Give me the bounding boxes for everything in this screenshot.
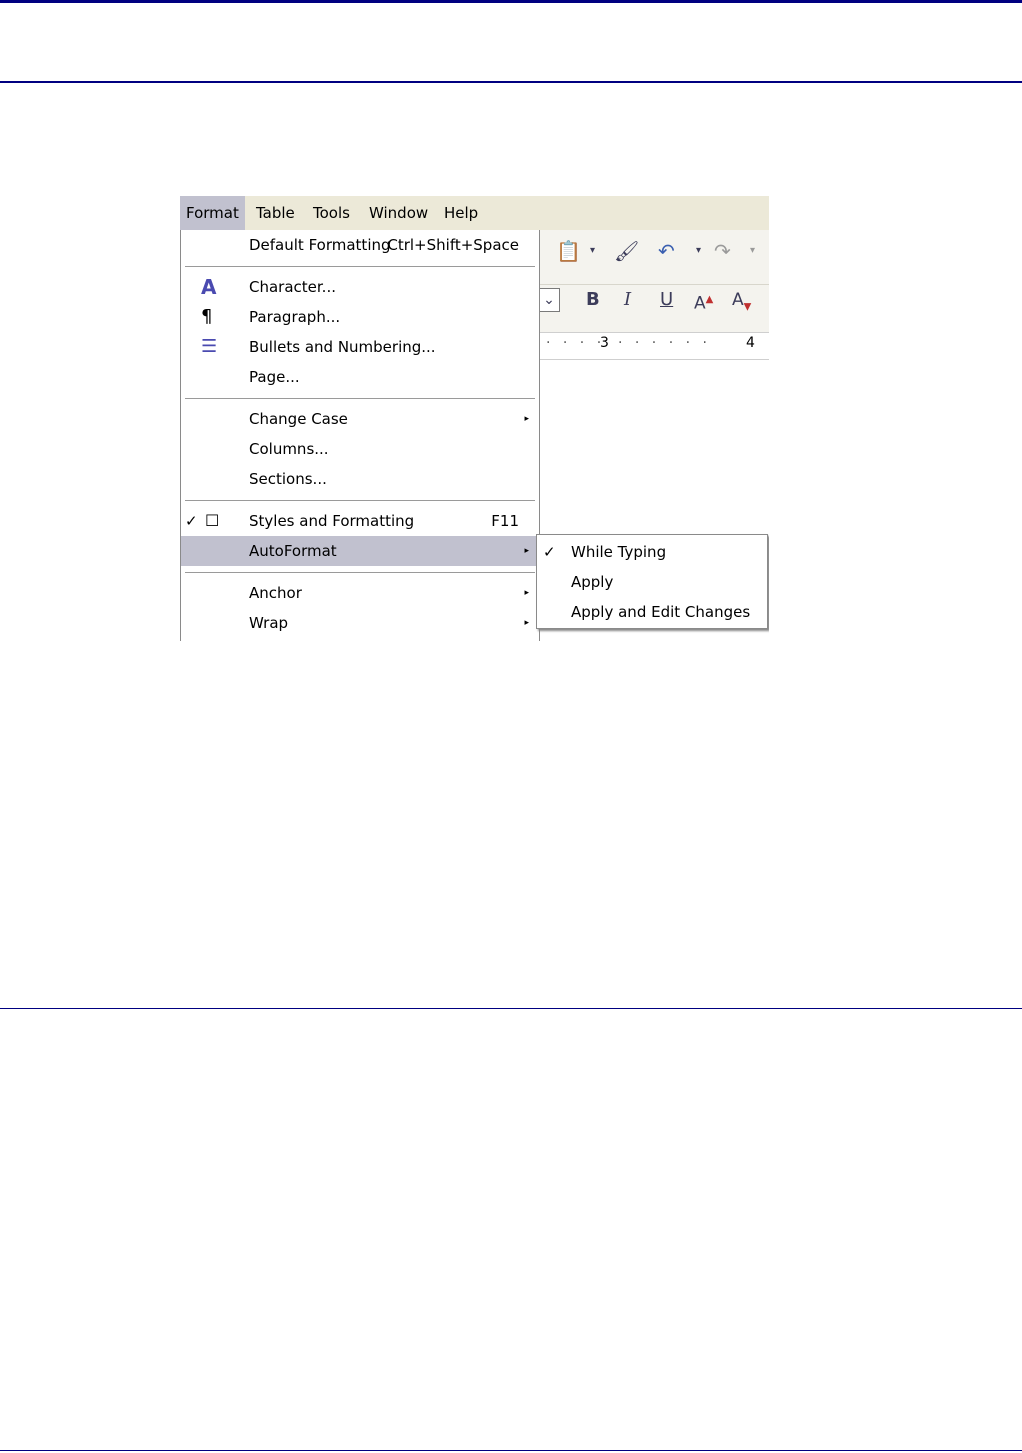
character-icon: A xyxy=(201,275,217,299)
menu-item-label: Page... xyxy=(249,368,300,386)
submenu-item-label: While Typing xyxy=(571,543,667,561)
menu-item-character[interactable]: A Character... xyxy=(181,272,537,302)
shrink-font-icon[interactable]: A▼ xyxy=(732,285,751,322)
menu-item-bullets-numbering[interactable]: ☰ Bullets and Numbering... xyxy=(181,332,537,362)
menu-help[interactable]: Help xyxy=(438,196,484,230)
paste-icon[interactable]: 📋 xyxy=(556,236,581,266)
submenu-arrow-icon: ▸ xyxy=(524,414,529,424)
submenu-item-label: Apply xyxy=(571,573,614,591)
ruler-mark-3: 3 xyxy=(600,335,609,351)
menu-item-styles-formatting[interactable]: ✓ ☐ Styles and Formatting F11 xyxy=(181,506,537,536)
menu-item-label: Anchor xyxy=(249,584,302,602)
menu-item-autoformat[interactable]: AutoFormat ▸ xyxy=(181,536,537,566)
menu-item-change-case[interactable]: Change Case ▸ xyxy=(181,404,537,434)
menu-item-label: Change Case xyxy=(249,410,348,428)
menu-item-columns[interactable]: Columns... xyxy=(181,434,537,464)
font-size-dropdown-icon[interactable]: ⌄ xyxy=(538,288,560,312)
horizontal-ruler: · · · · 3 · · · · · · 4 xyxy=(538,332,769,360)
ruler-ticks: · · · · xyxy=(546,335,606,351)
standard-toolbar: 📋 ▾ 🖌 ↶ ▾ ↷ ▾ xyxy=(538,234,769,274)
underline-button[interactable]: U xyxy=(660,285,673,315)
menu-item-shortcut: F11 xyxy=(491,512,519,530)
menu-item-wrap[interactable]: Wrap ▸ xyxy=(181,608,537,638)
check-icon: ✓ xyxy=(543,543,556,561)
format-paintbrush-icon[interactable]: 🖌 xyxy=(614,236,639,266)
footer-rule xyxy=(0,1450,1022,1451)
menu-item-sections[interactable]: Sections... xyxy=(181,464,537,494)
menu-separator xyxy=(185,572,535,573)
submenu-arrow-icon: ▸ xyxy=(524,546,529,556)
submenu-item-label: Apply and Edit Changes xyxy=(571,603,751,621)
menu-item-default-formatting[interactable]: Default Formatting Ctrl+Shift+Space xyxy=(181,230,537,260)
menu-item-anchor[interactable]: Anchor ▸ xyxy=(181,578,537,608)
format-menu: Default Formatting Ctrl+Shift+Space A Ch… xyxy=(180,230,540,641)
formatting-toolbar: ⌄ B I U A▲ A▼ xyxy=(538,284,769,319)
separator-rule xyxy=(0,1008,1022,1009)
paste-dropdown-icon[interactable]: ▾ xyxy=(590,236,595,266)
bullets-icon: ☰ xyxy=(201,336,218,357)
menu-item-label: AutoFormat xyxy=(249,542,337,560)
bold-button[interactable]: B xyxy=(586,285,600,315)
italic-button[interactable]: I xyxy=(624,285,631,315)
menu-window[interactable]: Window xyxy=(363,196,434,230)
menu-item-label: Character... xyxy=(249,278,336,296)
menu-bar: Format Table Tools Window Help xyxy=(180,196,769,230)
grow-font-icon[interactable]: A▲ xyxy=(694,285,713,319)
styles-icon: ☐ xyxy=(205,511,220,530)
menu-item-paragraph[interactable]: ¶ Paragraph... xyxy=(181,302,537,332)
menu-item-label: Default Formatting xyxy=(249,236,391,254)
submenu-arrow-icon: ▸ xyxy=(524,588,529,598)
ruler-ticks: · · · · · · xyxy=(618,335,711,351)
header-rule xyxy=(0,81,1022,83)
menu-separator xyxy=(185,500,535,501)
check-icon: ✓ xyxy=(185,512,198,530)
menu-item-label: Wrap xyxy=(249,614,289,632)
submenu-item-apply[interactable]: Apply xyxy=(537,567,767,597)
redo-dropdown-icon[interactable]: ▾ xyxy=(750,236,755,266)
menu-item-label: Sections... xyxy=(249,470,327,488)
undo-dropdown-icon[interactable]: ▾ xyxy=(696,236,701,266)
ruler-mark-4: 4 xyxy=(746,335,755,351)
submenu-item-while-typing[interactable]: ✓ While Typing xyxy=(537,537,767,567)
menu-table[interactable]: Table xyxy=(250,196,301,230)
menu-tools[interactable]: Tools xyxy=(307,196,356,230)
screenshot-figure: Format Table Tools Window Help 📋 ▾ 🖌 ↶ ▾… xyxy=(180,196,769,641)
submenu-arrow-icon: ▸ xyxy=(524,618,529,628)
menu-item-label: Styles and Formatting xyxy=(249,512,415,530)
menu-item-label: Bullets and Numbering... xyxy=(249,338,436,356)
menu-format[interactable]: Format xyxy=(180,196,245,230)
undo-icon[interactable]: ↶ xyxy=(658,236,675,266)
autoformat-submenu: ✓ While Typing Apply Apply and Edit Chan… xyxy=(536,534,768,629)
menu-item-label: Paragraph... xyxy=(249,308,341,326)
menu-item-page[interactable]: Page... xyxy=(181,362,537,392)
menu-item-shortcut: Ctrl+Shift+Space xyxy=(387,236,519,254)
menu-separator xyxy=(185,398,535,399)
redo-icon[interactable]: ↷ xyxy=(714,236,731,266)
paragraph-icon: ¶ xyxy=(201,306,213,327)
page-top-rule xyxy=(0,0,1022,3)
menu-separator xyxy=(185,266,535,267)
menu-item-label: Columns... xyxy=(249,440,329,458)
submenu-item-apply-edit-changes[interactable]: Apply and Edit Changes xyxy=(537,597,767,627)
